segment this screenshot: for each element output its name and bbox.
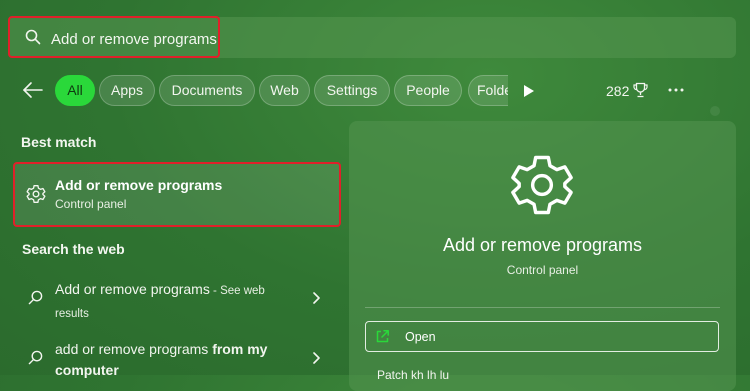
- play-icon[interactable]: [523, 85, 534, 97]
- preview-title: Add or remove programs: [442, 235, 643, 255]
- filter-chip-people[interactable]: People: [394, 75, 462, 106]
- gear-icon: [511, 155, 573, 215]
- filter-chip-apps[interactable]: Apps: [99, 75, 155, 106]
- gear-icon: [26, 185, 46, 203]
- best-match-heading: Best match: [21, 134, 97, 150]
- filter-chip-folders-clip: Folde: [468, 75, 508, 106]
- search-icon: [28, 290, 43, 305]
- preview-subtitle: Control panel: [506, 263, 579, 277]
- chevron-right-icon: [313, 352, 320, 364]
- search-icon: [28, 350, 43, 365]
- divider: [365, 307, 720, 308]
- web-result-1-line2: results: [55, 308, 89, 320]
- rewards-points: 282: [606, 83, 630, 99]
- web-result-2-bold: from my: [212, 341, 268, 357]
- search-input[interactable]: Add or remove programs: [51, 31, 217, 48]
- web-result-1-suffix: - See web: [209, 285, 265, 297]
- filter-chip-folders[interactable]: Folde: [468, 75, 508, 106]
- web-result-2-line2: computer: [55, 362, 119, 378]
- web-result-2-main: add or remove programs: [55, 341, 213, 357]
- back-arrow-icon[interactable]: [22, 80, 44, 100]
- more-icon[interactable]: [667, 82, 685, 98]
- search-web-heading: Search the web: [22, 241, 125, 257]
- filter-chip-settings[interactable]: Settings: [314, 75, 390, 106]
- best-match-item[interactable]: [13, 162, 341, 227]
- open-external-icon: [376, 330, 389, 343]
- scroll-indicator: [710, 106, 720, 116]
- search-icon: [25, 29, 41, 45]
- filter-chip-web[interactable]: Web: [259, 75, 310, 106]
- web-result-1-main: Add or remove programs: [55, 281, 210, 297]
- best-match-subtitle: Control panel: [55, 197, 127, 211]
- open-button-label: Open: [405, 330, 436, 344]
- trophy-icon[interactable]: [633, 82, 648, 98]
- chevron-right-icon: [313, 292, 320, 304]
- filter-chip-all[interactable]: All: [55, 75, 95, 106]
- preview-next-item-partial[interactable]: Patch kh lh lu: [377, 368, 449, 382]
- best-match-title: Add or remove programs: [55, 177, 223, 193]
- filter-chip-documents[interactable]: Documents: [159, 75, 255, 106]
- web-result-1-text: Add or remove programs - See web results: [55, 279, 300, 325]
